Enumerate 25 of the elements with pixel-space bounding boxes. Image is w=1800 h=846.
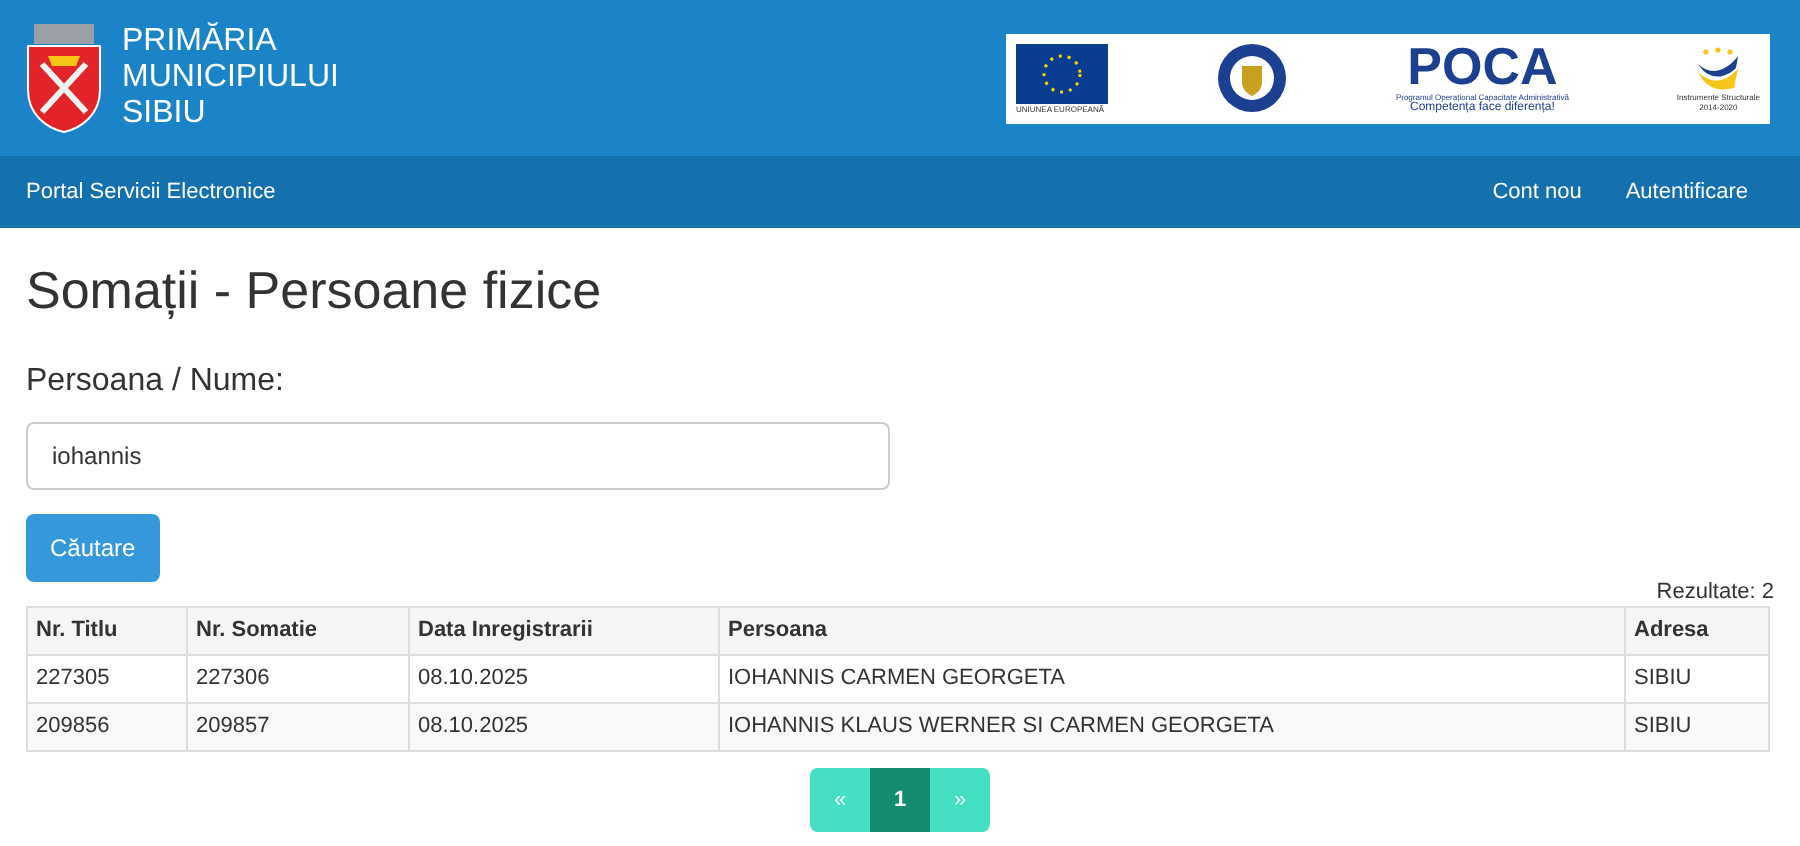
- table-cell: 209857: [187, 703, 409, 751]
- nav-link[interactable]: Autentificare: [1625, 175, 1748, 209]
- column-header: Data Inregistrarii: [409, 607, 719, 655]
- results-count: Rezultate: 2: [1656, 578, 1774, 606]
- page-title: Somații - Persoane fizice: [26, 258, 604, 324]
- table-cell: 08.10.2025: [409, 703, 719, 751]
- search-field[interactable]: iohannis: [26, 422, 890, 490]
- site-title-line: PRIMĂRIA: [122, 24, 279, 60]
- coat-of-arms-icon: [22, 20, 106, 136]
- brand-link[interactable]: Portal Servicii Electronice: [26, 175, 276, 209]
- search-button[interactable]: Căutare: [26, 514, 160, 582]
- nav-link[interactable]: Cont nou: [1492, 175, 1582, 209]
- eu-flag-icon: [1016, 43, 1108, 103]
- column-header: Persoana: [719, 607, 1625, 655]
- table-cell: 209856: [27, 703, 187, 751]
- seal-icon: [1215, 42, 1288, 114]
- table-cell: IOHANNIS KLAUS WERNER SI CARMEN GEORGETA: [719, 703, 1625, 751]
- poca-logo: POCA: [1407, 40, 1558, 92]
- column-header: Nr. Somatie: [187, 607, 409, 655]
- table-cell: SIBIU: [1625, 703, 1769, 751]
- site-title-line: SIBIU: [122, 96, 208, 132]
- field-label: Persoana / Nume:: [26, 362, 286, 402]
- column-header: Nr. Titlu: [27, 607, 187, 655]
- site-title-line: MUNICIPIULUI: [122, 60, 339, 96]
- page-button[interactable]: 1: [870, 768, 930, 832]
